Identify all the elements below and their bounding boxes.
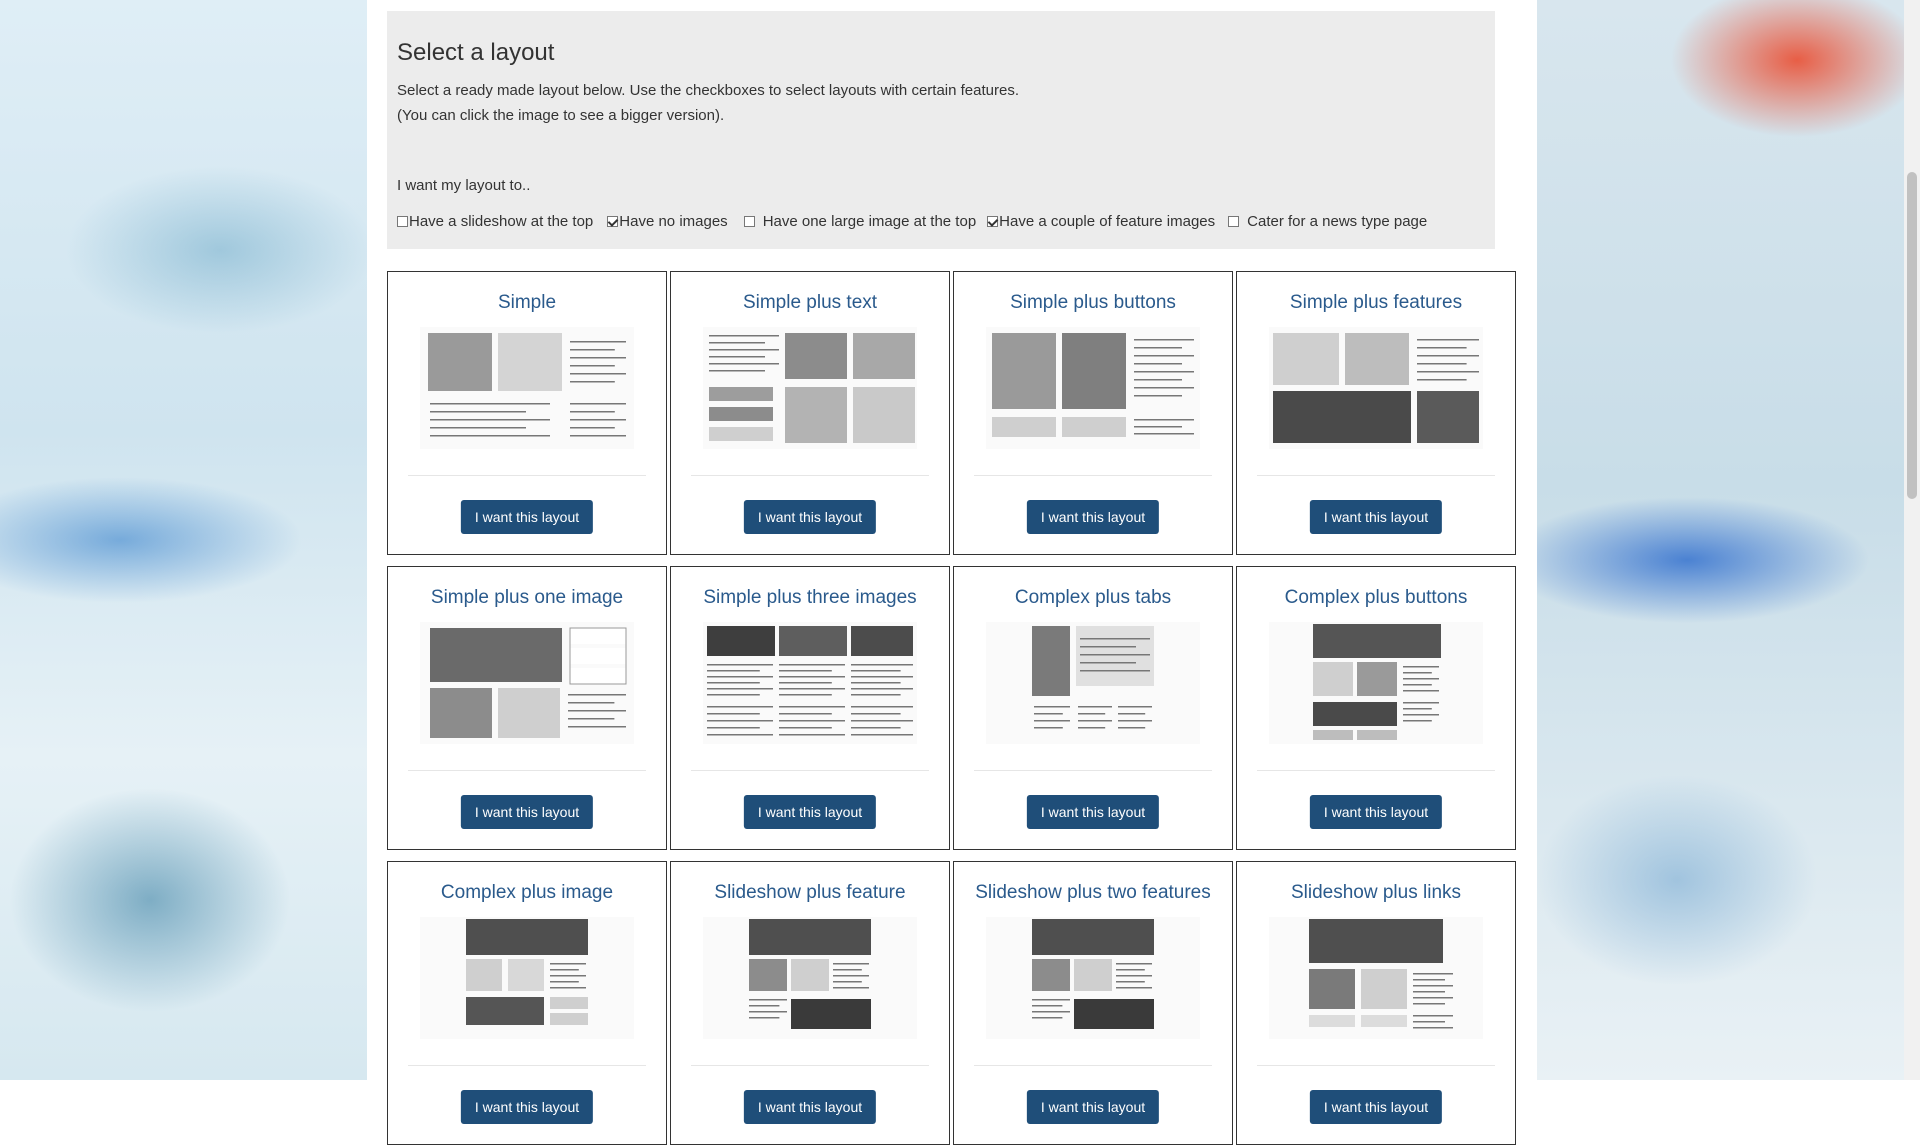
divider bbox=[691, 1065, 929, 1066]
layout-grid: Simple I want this layout Simple plus te… bbox=[387, 271, 1517, 1145]
filter-no-images[interactable]: Have no images bbox=[607, 213, 728, 230]
filter-prompt: I want my layout to.. bbox=[397, 177, 531, 194]
divider bbox=[1257, 770, 1495, 771]
background-right bbox=[1537, 0, 1920, 1080]
filter-news-page[interactable]: Cater for a news type page bbox=[1228, 213, 1427, 230]
scrollbar[interactable] bbox=[1904, 0, 1920, 1080]
divider bbox=[974, 1065, 1212, 1066]
intro-text: Select a ready made layout below. Use th… bbox=[397, 82, 1020, 99]
layout-title[interactable]: Simple plus one image bbox=[388, 587, 666, 609]
filter-label: Have one large image at the top bbox=[762, 213, 977, 230]
layout-card: Slideshow plus two features I want this … bbox=[953, 861, 1233, 1145]
main-content: Select a layout Select a ready made layo… bbox=[367, 0, 1537, 1145]
want-layout-button[interactable]: I want this layout bbox=[1026, 795, 1160, 829]
divider bbox=[408, 1065, 646, 1066]
layout-preview-image[interactable] bbox=[420, 327, 634, 449]
layout-title[interactable]: Simple plus features bbox=[1237, 292, 1515, 314]
layout-card: Simple plus one image I want this layout bbox=[387, 566, 667, 850]
divider bbox=[974, 770, 1212, 771]
layout-card: Simple I want this layout bbox=[387, 271, 667, 555]
want-layout-button[interactable]: I want this layout bbox=[1309, 1090, 1443, 1124]
want-layout-button[interactable]: I want this layout bbox=[743, 500, 877, 534]
layout-title[interactable]: Slideshow plus two features bbox=[954, 882, 1232, 904]
page-title: Select a layout bbox=[397, 39, 555, 66]
layout-card: Simple plus buttons I want this layout bbox=[953, 271, 1233, 555]
want-layout-button[interactable]: I want this layout bbox=[460, 1090, 594, 1124]
divider bbox=[691, 770, 929, 771]
filter-label: Have a couple of feature images bbox=[999, 213, 1216, 230]
layout-card: Simple plus text I want this layout bbox=[670, 271, 950, 555]
filter-label: Have a slideshow at the top bbox=[409, 213, 594, 230]
want-layout-button[interactable]: I want this layout bbox=[743, 795, 877, 829]
layout-card: Slideshow plus links I want this layout bbox=[1236, 861, 1516, 1145]
layout-preview-image[interactable] bbox=[986, 327, 1200, 449]
layout-title[interactable]: Complex plus buttons bbox=[1237, 587, 1515, 609]
background-left bbox=[0, 0, 367, 1080]
layout-preview-image[interactable] bbox=[703, 327, 917, 449]
scrollbar-thumb[interactable] bbox=[1907, 172, 1917, 499]
layout-intro-panel: Select a layout Select a ready made layo… bbox=[387, 11, 1495, 249]
want-layout-button[interactable]: I want this layout bbox=[1309, 500, 1443, 534]
layout-title[interactable]: Slideshow plus links bbox=[1237, 882, 1515, 904]
layout-preview-image[interactable] bbox=[703, 917, 917, 1039]
want-layout-button[interactable]: I want this layout bbox=[460, 500, 594, 534]
divider bbox=[1257, 1065, 1495, 1066]
layout-title[interactable]: Simple bbox=[388, 292, 666, 314]
layout-title[interactable]: Complex plus image bbox=[388, 882, 666, 904]
filter-checkboxes: Have a slideshow at the top Have no imag… bbox=[397, 213, 1427, 230]
checkbox[interactable] bbox=[1228, 216, 1240, 227]
layout-card: Complex plus tabs I want this layout bbox=[953, 566, 1233, 850]
layout-preview-image[interactable] bbox=[986, 917, 1200, 1039]
layout-title[interactable]: Simple plus buttons bbox=[954, 292, 1232, 314]
layout-card: Slideshow plus feature I want this layou… bbox=[670, 861, 950, 1145]
layout-preview-image[interactable] bbox=[420, 622, 634, 744]
want-layout-button[interactable]: I want this layout bbox=[743, 1090, 877, 1124]
filter-slideshow[interactable]: Have a slideshow at the top bbox=[397, 213, 593, 230]
layout-preview-image[interactable] bbox=[1269, 327, 1483, 449]
layout-preview-image[interactable] bbox=[986, 622, 1200, 744]
filter-one-large-image[interactable]: Have one large image at the top bbox=[743, 213, 977, 230]
divider bbox=[691, 475, 929, 476]
divider bbox=[974, 475, 1212, 476]
layout-title[interactable]: Simple plus three images bbox=[671, 587, 949, 609]
checkbox[interactable] bbox=[607, 216, 619, 227]
divider bbox=[408, 770, 646, 771]
layout-card: Complex plus buttons I want this layout bbox=[1236, 566, 1516, 850]
filter-label: Cater for a news type page bbox=[1247, 213, 1428, 230]
divider bbox=[1257, 475, 1495, 476]
want-layout-button[interactable]: I want this layout bbox=[1309, 795, 1443, 829]
checkbox[interactable] bbox=[743, 216, 755, 227]
layout-preview-image[interactable] bbox=[1269, 622, 1483, 744]
want-layout-button[interactable]: I want this layout bbox=[460, 795, 594, 829]
layout-title[interactable]: Slideshow plus feature bbox=[671, 882, 949, 904]
layout-preview-image[interactable] bbox=[420, 917, 634, 1039]
want-layout-button[interactable]: I want this layout bbox=[1026, 1090, 1160, 1124]
layout-card: Simple plus features I want this layout bbox=[1236, 271, 1516, 555]
layout-card: Simple plus three images I want this lay… bbox=[670, 566, 950, 850]
layout-title[interactable]: Simple plus text bbox=[671, 292, 949, 314]
filter-label: Have no images bbox=[619, 213, 728, 230]
checkbox[interactable] bbox=[987, 216, 999, 227]
layout-title[interactable]: Complex plus tabs bbox=[954, 587, 1232, 609]
layout-preview-image[interactable] bbox=[703, 622, 917, 744]
intro-hint: (You can click the image to see a bigger… bbox=[397, 107, 725, 124]
layout-card: Complex plus image I want this layout bbox=[387, 861, 667, 1145]
filter-feature-images[interactable]: Have a couple of feature images bbox=[987, 213, 1215, 230]
divider bbox=[408, 475, 646, 476]
layout-preview-image[interactable] bbox=[1269, 917, 1483, 1039]
checkbox[interactable] bbox=[397, 216, 408, 227]
want-layout-button[interactable]: I want this layout bbox=[1026, 500, 1160, 534]
